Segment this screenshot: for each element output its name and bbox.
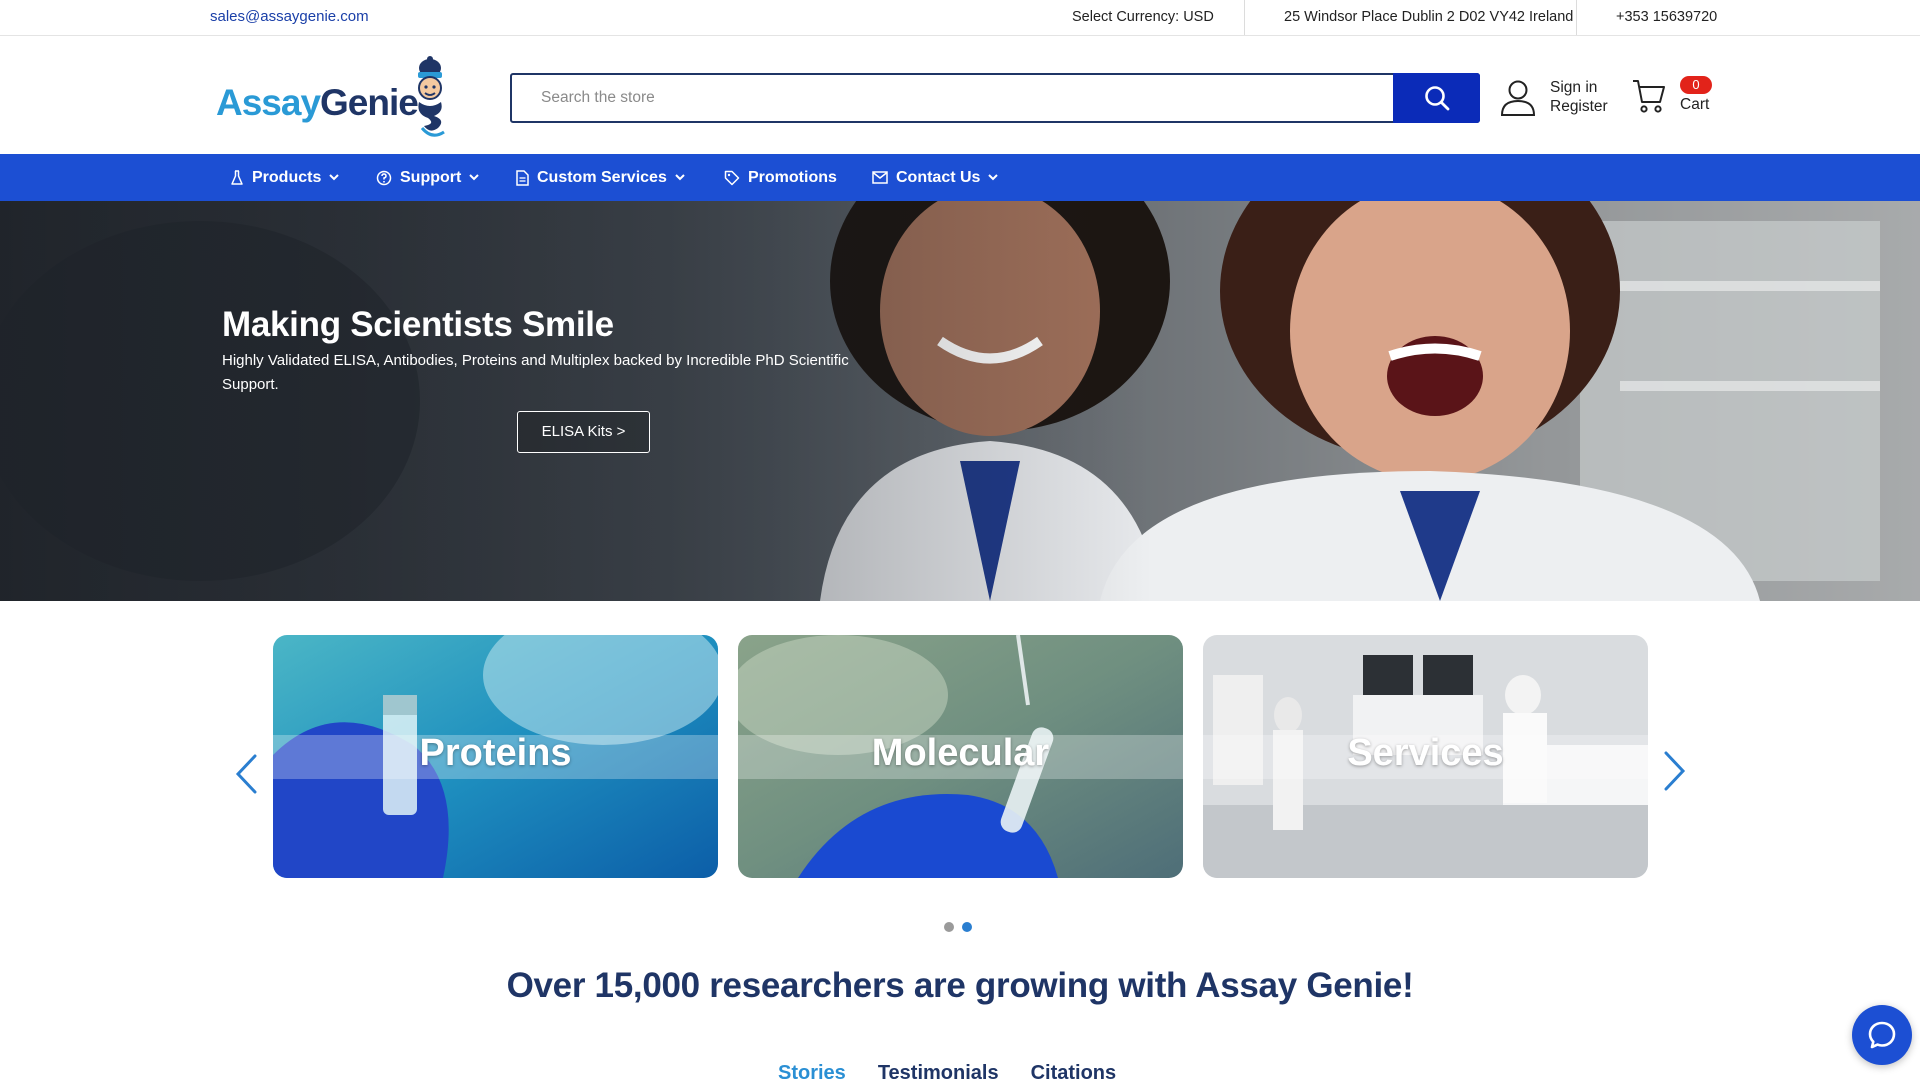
- main-navigation: Products Support Custom Services Promoti…: [0, 154, 1920, 201]
- chevron-right-icon: [1664, 751, 1686, 791]
- user-icon: [1500, 80, 1536, 116]
- hero-subtitle: Highly Validated ELISA, Antibodies, Prot…: [222, 352, 849, 393]
- help-circle-icon: [376, 170, 392, 186]
- genie-mascot-icon: [418, 56, 445, 137]
- address-text: 25 Windsor Place Dublin 2 D02 VY42 Irela…: [1284, 9, 1574, 25]
- category-carousel: Proteins Molecular Services: [0, 601, 1920, 941]
- chevron-left-icon: [235, 754, 257, 794]
- chevron-down-icon: [675, 174, 685, 181]
- card-title: Services: [1347, 732, 1504, 774]
- nav-item-label: Promotions: [748, 168, 837, 186]
- hero-banner: Making Scientists Smile Highly Validated…: [0, 201, 1920, 601]
- search-input[interactable]: [512, 75, 1395, 121]
- chevron-down-icon: [469, 174, 480, 181]
- divider: [1576, 0, 1577, 35]
- cart-icon: [1633, 80, 1665, 113]
- search-icon: [1424, 86, 1449, 111]
- category-card-services[interactable]: Services: [1203, 635, 1648, 878]
- sign-in-link[interactable]: Sign in: [1550, 78, 1608, 97]
- story-tabs: Stories Testimonials Citations: [778, 1062, 1116, 1080]
- carousel-prev-button[interactable]: [226, 749, 266, 799]
- tab-stories[interactable]: Stories: [778, 1062, 846, 1080]
- nav-item-label: Contact Us: [896, 168, 981, 186]
- carousel-next-button[interactable]: [1655, 746, 1695, 796]
- nav-item-label: Custom Services: [537, 168, 667, 186]
- nav-item-label: Support: [400, 168, 462, 186]
- hero-overlay: [0, 201, 1920, 601]
- cart-count-badge: 0: [1680, 76, 1712, 94]
- register-link[interactable]: Register: [1550, 97, 1608, 116]
- category-card-molecular[interactable]: Molecular: [738, 635, 1183, 878]
- cart-label: Cart: [1680, 96, 1710, 113]
- nav-item-products[interactable]: Products: [230, 154, 340, 201]
- chat-widget-button[interactable]: [1852, 1005, 1912, 1065]
- cart-button[interactable]: 0 Cart: [1632, 76, 1722, 124]
- chevron-down-icon: [988, 174, 999, 181]
- logo[interactable]: AssayGenie: [216, 56, 456, 140]
- logo-wordmark: AssayGenie: [216, 82, 419, 123]
- currency-selector[interactable]: Select Currency: USD: [1072, 0, 1214, 35]
- tab-testimonials[interactable]: Testimonials: [878, 1062, 999, 1080]
- top-utility-bar: sales@assaygenie.com Select Currency: US…: [0, 0, 1920, 36]
- nav-item-custom-services[interactable]: Custom Services: [516, 154, 685, 201]
- nav-item-label: Products: [252, 168, 322, 186]
- phone-link[interactable]: +353 15639720: [1616, 0, 1717, 35]
- divider: [1244, 0, 1245, 35]
- hero-title: Making Scientists Smile: [222, 305, 614, 344]
- card-title: Proteins: [419, 732, 572, 774]
- search-bar: [510, 73, 1480, 123]
- section-heading: Over 15,000 researchers are growing with…: [506, 966, 1414, 1005]
- flask-icon: [230, 169, 244, 186]
- tab-citations[interactable]: Citations: [1031, 1062, 1117, 1080]
- chevron-down-icon: [329, 174, 340, 181]
- chat-bubble-icon: [1868, 1021, 1896, 1049]
- elisa-kits-button[interactable]: ELISA Kits >: [517, 411, 650, 453]
- nav-item-contact-us[interactable]: Contact Us: [872, 154, 999, 201]
- card-title: Molecular: [871, 732, 1050, 774]
- search-button[interactable]: [1393, 73, 1480, 123]
- mail-icon: [872, 171, 888, 184]
- nav-item-promotions[interactable]: Promotions: [724, 154, 837, 201]
- carousel-dots: [944, 922, 972, 934]
- carousel-dot-active[interactable]: [962, 922, 972, 932]
- nav-item-support[interactable]: Support: [376, 154, 480, 201]
- document-icon: [516, 169, 529, 186]
- site-header: AssayGenie Sign in Regist: [0, 36, 1920, 154]
- tag-icon: [724, 170, 740, 186]
- email-link[interactable]: sales@assaygenie.com: [210, 0, 369, 34]
- account-links[interactable]: Sign in Register: [1500, 74, 1615, 122]
- category-card-proteins[interactable]: Proteins: [273, 635, 718, 878]
- carousel-dot[interactable]: [944, 922, 954, 932]
